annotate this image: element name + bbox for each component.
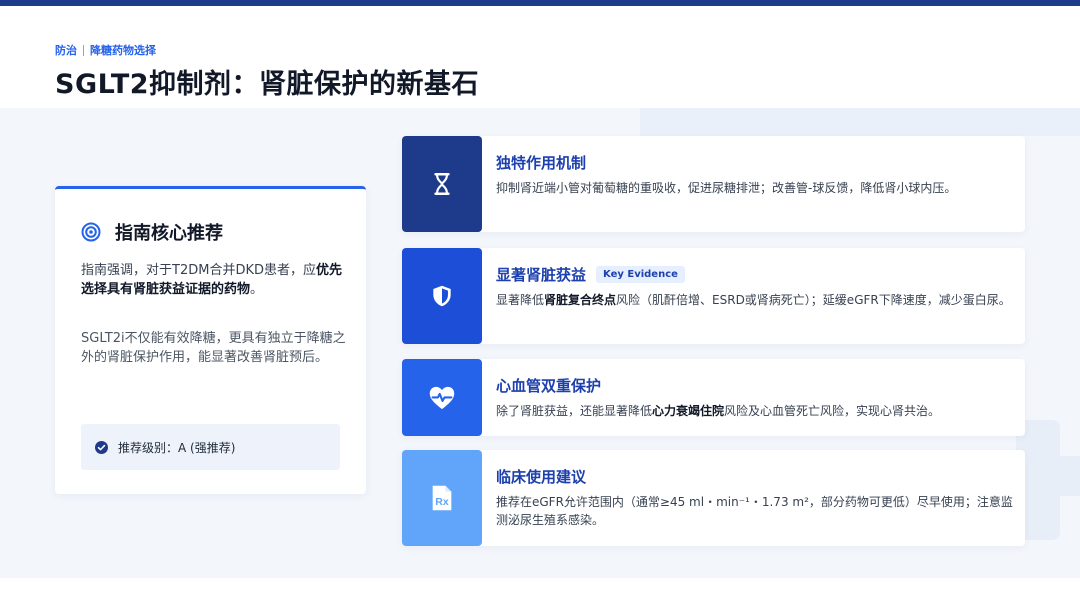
breadcrumb-item-topic[interactable]: 降糖药物选择 <box>90 42 156 58</box>
recommendation-grade-box: 推荐级别：A (强推荐) <box>81 424 340 470</box>
target-icon <box>81 222 101 242</box>
card-icon-box: Rx <box>402 450 482 546</box>
breadcrumb: 防治 降糖药物选择 <box>55 42 156 58</box>
card-title-row: 显著肾脏获益 Key Evidence <box>496 264 685 285</box>
hourglass-icon <box>434 173 450 195</box>
card-title: 心血管双重保护 <box>496 377 602 395</box>
desc-bold: 心力衰竭住院 <box>652 404 725 418</box>
card-mechanism: 独特作用机制 抑制肾近端小管对葡萄糖的重吸收，促进尿糖排泄；改善管-球反馈，降低… <box>402 136 1025 232</box>
svg-text:Rx: Rx <box>435 496 449 508</box>
guideline-paragraph-1: 指南强调，对于T2DM合并DKD患者，应优先选择具有肾脏获益证据的药物。 <box>81 261 353 299</box>
key-evidence-badge: Key Evidence <box>596 266 685 283</box>
guideline-title: 指南核心推荐 <box>115 223 223 244</box>
card-cardiovascular: 心血管双重保护 除了肾脏获益，还能显著降低心力衰竭住院风险及心血管死亡风险，实现… <box>402 359 1025 436</box>
card-title-row: 心血管双重保护 <box>496 375 601 396</box>
shield-icon <box>433 285 451 307</box>
card-description: 抑制肾近端小管对葡萄糖的重吸收，促进尿糖排泄；改善管-球反馈，降低肾小球内压。 <box>496 181 957 195</box>
guideline-para1-suffix: 。 <box>250 282 264 297</box>
heart-pulse-icon <box>429 386 455 409</box>
desc-prefix: 除了肾脏获益，还能显著降低 <box>496 404 653 418</box>
decorative-band <box>640 108 1080 136</box>
card-title: 独特作用机制 <box>496 154 587 172</box>
check-circle-icon <box>95 440 108 454</box>
card-title-row: 临床使用建议 <box>496 466 586 487</box>
header: 防治 降糖药物选择 SGLT2抑制剂：肾脏保护的新基石 <box>0 6 1080 108</box>
card-icon-box <box>402 136 482 232</box>
breadcrumb-item-section[interactable]: 防治 <box>55 42 77 58</box>
card-description: 显著降低肾脏复合终点风险（肌酐倍增、ESRD或肾病死亡）；延缓eGFR下降速度，… <box>496 291 1016 309</box>
card-icon-box <box>402 248 482 344</box>
desc-suffix: 风险（肌酐倍增、ESRD或肾病死亡）；延缓eGFR下降速度，减少蛋白尿。 <box>616 293 1011 307</box>
card-title-row: 独特作用机制 <box>496 152 586 173</box>
footer-strip <box>0 578 1080 608</box>
desc-bold: 肾脏复合终点 <box>544 293 617 307</box>
card-description: 推荐在eGFR允许范围内（通常≥45 ml・min⁻¹・1.73 m²，部分药物… <box>496 495 1013 527</box>
desc-suffix: 风险及心血管死亡风险，实现心肾共治。 <box>724 404 941 418</box>
card-description: 除了肾脏获益，还能显著降低心力衰竭住院风险及心血管死亡风险，实现心肾共治。 <box>496 402 1016 420</box>
page-title: SGLT2抑制剂：肾脏保护的新基石 <box>55 69 480 100</box>
card-icon-box <box>402 359 482 436</box>
card-title: 临床使用建议 <box>496 468 587 486</box>
guideline-card: 指南核心推荐 指南强调，对于T2DM合并DKD患者，应优先选择具有肾脏获益证据的… <box>55 186 366 494</box>
recommendation-grade: 推荐级别：A (强推荐) <box>118 440 236 455</box>
card-renal-benefit: 显著肾脏获益 Key Evidence 显著降低肾脏复合终点风险（肌酐倍增、ES… <box>402 248 1025 344</box>
guideline-para1-prefix: 指南强调，对于T2DM合并DKD患者，应 <box>81 263 316 278</box>
guideline-header: 指南核心推荐 <box>81 219 223 245</box>
breadcrumb-separator <box>83 44 84 56</box>
desc-prefix: 显著降低 <box>496 293 545 307</box>
card-title: 显著肾脏获益 <box>496 266 587 284</box>
card-clinical-use: Rx 临床使用建议 推荐在eGFR允许范围内（通常≥45 ml・min⁻¹・1.… <box>402 450 1025 546</box>
guideline-paragraph-2: SGLT2i不仅能有效降糖，更具有独立于降糖之外的肾脏保护作用，能显著改善肾脏预… <box>81 331 346 365</box>
prescription-icon: Rx <box>432 485 452 511</box>
